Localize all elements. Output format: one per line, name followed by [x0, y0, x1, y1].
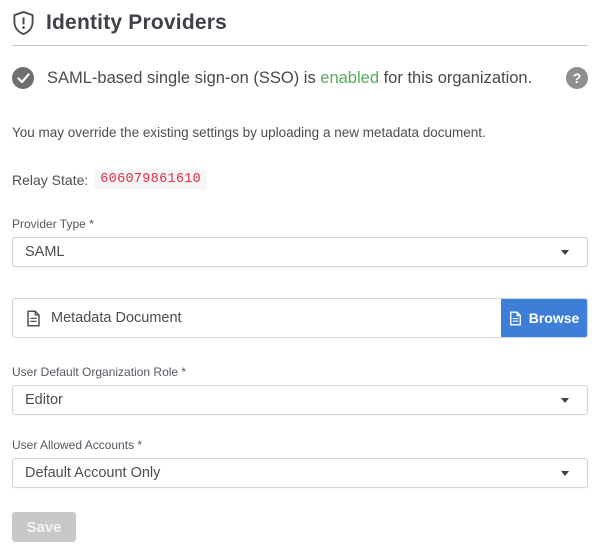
relay-state-label: Relay State: — [12, 172, 88, 188]
provider-type-label: Provider Type * — [12, 217, 588, 231]
chevron-down-icon — [561, 471, 569, 476]
save-button[interactable]: Save — [12, 512, 76, 542]
browse-button[interactable]: Browse — [501, 299, 587, 337]
provider-type-value: SAML — [25, 244, 561, 260]
status-enabled-text: enabled — [320, 69, 379, 87]
page-header: Identity Providers — [12, 8, 588, 38]
page-title: Identity Providers — [46, 11, 227, 35]
chevron-down-icon — [561, 398, 569, 403]
browse-document-icon — [509, 311, 522, 326]
allowed-accounts-label: User Allowed Accounts * — [12, 438, 588, 452]
status-text-after: for this organization. — [379, 69, 532, 87]
sso-status-row: SAML-based single sign-on (SSO) is enabl… — [12, 67, 588, 89]
identity-providers-page: Identity Providers SAML-based single sig… — [0, 0, 600, 542]
chevron-down-icon — [561, 250, 569, 255]
allowed-accounts-select[interactable]: Default Account Only — [12, 458, 588, 488]
metadata-upload-left: Metadata Document — [13, 310, 501, 327]
allowed-accounts-value: Default Account Only — [25, 465, 561, 481]
org-role-select[interactable]: Editor — [12, 385, 588, 415]
override-info-text: You may override the existing settings b… — [12, 125, 588, 140]
document-icon — [26, 310, 41, 327]
provider-type-select[interactable]: SAML — [12, 237, 588, 267]
shield-exclamation-icon — [12, 10, 35, 36]
status-text-before: SAML-based single sign-on (SSO) is — [47, 69, 320, 87]
metadata-document-label: Metadata Document — [51, 310, 182, 326]
org-role-label: User Default Organization Role * — [12, 365, 588, 379]
relay-state-row: Relay State: 606079861610 — [12, 169, 588, 190]
sso-status-text: SAML-based single sign-on (SSO) is enabl… — [47, 69, 553, 88]
header-divider — [12, 45, 588, 46]
relay-state-value: 606079861610 — [94, 169, 207, 190]
metadata-upload-row[interactable]: Metadata Document Browse — [12, 298, 588, 338]
help-question-icon[interactable]: ? — [566, 67, 588, 89]
org-role-value: Editor — [25, 392, 561, 408]
check-circle-icon — [12, 67, 34, 89]
browse-button-label: Browse — [529, 310, 580, 326]
